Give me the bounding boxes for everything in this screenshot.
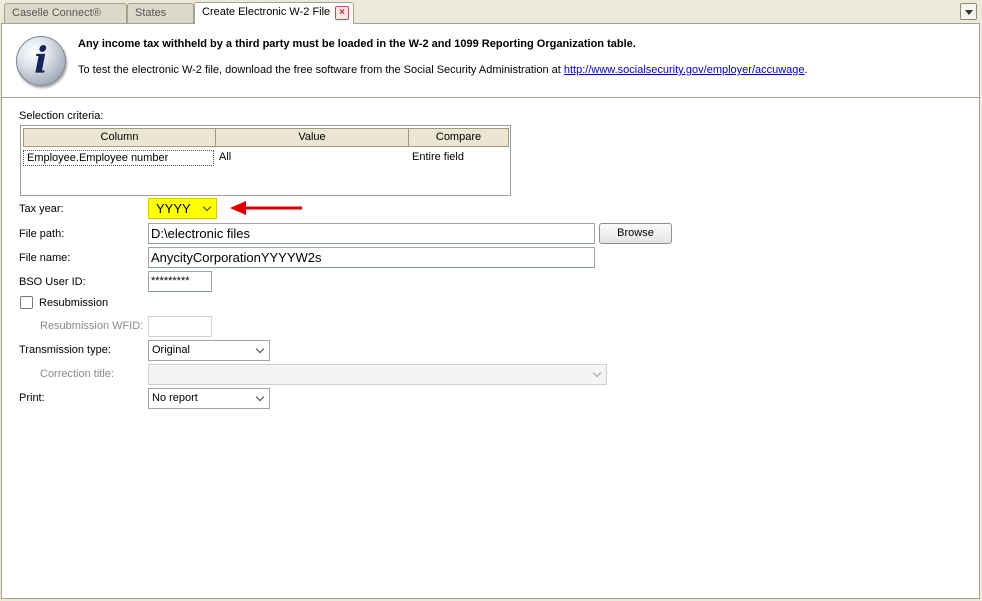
browse-button[interactable]: Browse bbox=[599, 223, 672, 244]
info-icon: i bbox=[16, 36, 66, 86]
tax-year-value: YYYY bbox=[156, 201, 191, 216]
info-text: To test the electronic W-2 file, downloa… bbox=[78, 64, 808, 76]
transmission-type-value: Original bbox=[152, 344, 190, 356]
chevron-down-icon bbox=[202, 202, 212, 212]
bso-user-id-input[interactable]: ********* bbox=[148, 271, 212, 292]
tab-caselle-connect[interactable]: Caselle Connect® bbox=[4, 3, 127, 23]
selection-criteria-grid[interactable]: Column Value Compare Employee.Employee n… bbox=[20, 125, 511, 196]
file-path-label: File path: bbox=[19, 228, 65, 240]
print-value: No report bbox=[152, 392, 198, 404]
tax-year-label: Tax year: bbox=[19, 203, 64, 215]
chevron-down-icon[interactable] bbox=[960, 3, 977, 20]
column-header[interactable]: Column bbox=[23, 128, 216, 147]
tab-bar: Caselle Connect® States Create Electroni… bbox=[0, 0, 982, 24]
accuwage-link[interactable]: http://www.socialsecurity.gov/employer/a… bbox=[564, 64, 805, 76]
print-label: Print: bbox=[19, 392, 45, 404]
file-name-label: File name: bbox=[19, 252, 71, 264]
file-name-input[interactable]: AnycityCorporationYYYYW2s bbox=[148, 247, 595, 268]
info-text-end: . bbox=[804, 64, 808, 76]
tab-label: States bbox=[135, 7, 167, 19]
tab-create-electronic-w2-file[interactable]: Create Electronic W-2 File × bbox=[194, 2, 354, 24]
chevron-down-icon bbox=[255, 344, 265, 354]
resubmission-wfid-label: Resubmission WFID: bbox=[40, 320, 144, 332]
tax-year-select[interactable]: YYYY bbox=[148, 198, 217, 219]
red-arrow-icon bbox=[230, 201, 302, 215]
compare-header[interactable]: Compare bbox=[408, 128, 509, 147]
grid-cell-compare[interactable]: Entire field bbox=[409, 150, 509, 166]
transmission-type-label: Transmission type: bbox=[19, 344, 111, 356]
file-path-input[interactable]: D:\electronic files bbox=[148, 223, 595, 244]
resubmission-wfid-input[interactable] bbox=[148, 316, 212, 337]
value-header[interactable]: Value bbox=[215, 128, 409, 147]
selection-criteria-label: Selection criteria: bbox=[19, 110, 104, 122]
info-title: Any income tax withheld by a third party… bbox=[78, 38, 636, 50]
grid-cell-column[interactable]: Employee.Employee number bbox=[23, 150, 214, 166]
resubmission-label[interactable]: Resubmission bbox=[39, 297, 108, 309]
chevron-down-icon bbox=[255, 392, 265, 402]
resubmission-checkbox[interactable] bbox=[20, 296, 33, 309]
transmission-type-select[interactable]: Original bbox=[148, 340, 270, 361]
info-text-body: To test the electronic W-2 file, downloa… bbox=[78, 64, 564, 76]
chevron-down-icon bbox=[592, 368, 602, 378]
tab-states[interactable]: States bbox=[127, 3, 194, 23]
main-panel: i Any income tax withheld by a third par… bbox=[1, 23, 980, 599]
close-icon[interactable]: × bbox=[335, 6, 349, 20]
grid-cell-value[interactable]: All bbox=[216, 150, 408, 166]
correction-title-select[interactable] bbox=[148, 364, 607, 385]
divider bbox=[2, 97, 979, 98]
bso-user-id-label: BSO User ID: bbox=[19, 276, 86, 288]
tab-label: Caselle Connect® bbox=[12, 7, 101, 19]
tab-label: Create Electronic W-2 File bbox=[202, 6, 331, 18]
print-select[interactable]: No report bbox=[148, 388, 270, 409]
correction-title-label: Correction title: bbox=[40, 368, 114, 380]
